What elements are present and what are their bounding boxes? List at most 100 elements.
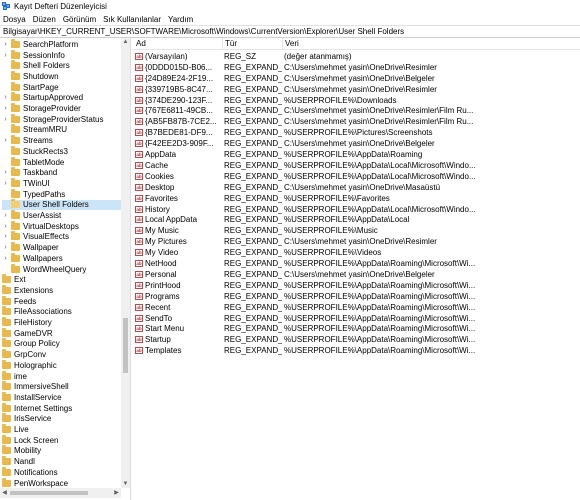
tree-item[interactable]: ›InstallService	[0, 391, 121, 403]
tree-item[interactable]: Nandl	[0, 456, 121, 467]
address-bar[interactable]: Bilgisayar\HKEY_CURRENT_USER\SOFTWARE\Mi…	[0, 25, 580, 38]
value-row[interactable]: Local AppData REG_EXPAND_SZ%USERPROFILE%\…	[133, 215, 580, 226]
column-header-type[interactable]: Tür	[225, 39, 237, 48]
scroll-right-arrow-icon[interactable]: ▶	[112, 488, 121, 498]
tree-item[interactable]: ›Feeds	[0, 295, 121, 307]
value-row[interactable]: {339719B5-8C47... REG_EXPAND_SZC:\Users\m…	[133, 84, 580, 95]
tree-item[interactable]: › StartupApproved	[2, 92, 121, 104]
menu-file[interactable]: Dosya	[3, 15, 26, 24]
tree-item[interactable]: ›Live	[0, 424, 121, 435]
value-row[interactable]: My Music REG_EXPAND_SZ%USERPROFILE%\Music	[133, 225, 580, 236]
value-row[interactable]: Personal REG_EXPAND_SZC:\Users\mehmet yas…	[133, 269, 580, 280]
value-row[interactable]: Favorites REG_EXPAND_SZ%USERPROFILE%\Favo…	[133, 193, 580, 204]
chevron-right-icon[interactable]: ›	[2, 253, 9, 263]
tree-item[interactable]: StuckRects3	[2, 145, 121, 157]
value-row[interactable]: {767E6811-49CB... REG_EXPAND_SZC:\Users\m…	[133, 106, 580, 117]
chevron-right-icon[interactable]: ›	[2, 114, 9, 124]
tree-item[interactable]: › StorageProvider	[2, 103, 121, 114]
tree-item[interactable]: ›Internet Settings	[0, 402, 121, 414]
tree-vertical-scroll-thumb[interactable]	[123, 318, 128, 373]
value-row[interactable]: Startup REG_EXPAND_SZ%USERPROFILE%\AppDat…	[133, 334, 580, 345]
tree-item[interactable]: ›IrisService	[0, 413, 121, 425]
value-row[interactable]: Desktop REG_EXPAND_SZC:\Users\mehmet yasi…	[133, 182, 580, 193]
chevron-right-icon[interactable]: ›	[2, 178, 9, 188]
tree-horizontal-scroll-thumb[interactable]	[10, 491, 88, 495]
tree-item[interactable]: GrpConv	[0, 349, 121, 360]
tree-item[interactable]: ›Extensions	[0, 284, 121, 296]
chevron-right-icon[interactable]: ›	[2, 221, 9, 231]
tree-item-selected[interactable]: User Shell Folders	[2, 199, 121, 211]
tree-item[interactable]: ›Holographic	[0, 359, 121, 371]
tree-item[interactable]: › Taskband	[2, 167, 121, 178]
tree-item[interactable]: StartPage	[2, 81, 121, 93]
tree-item[interactable]: ›ImmersiveShell	[0, 381, 121, 392]
chevron-right-icon[interactable]: ›	[2, 136, 9, 146]
tree-item[interactable]: ›Notifications	[0, 466, 121, 478]
scroll-up-arrow-icon[interactable]: ▲	[121, 38, 130, 46]
tree-item[interactable]: › TWinUI	[2, 177, 121, 189]
tree-item[interactable]: › VisualEffects	[2, 231, 121, 243]
tree-item[interactable]: ›Group Policy	[0, 338, 121, 350]
value-row[interactable]: History REG_EXPAND_SZ%USERPROFILE%\AppDat…	[133, 204, 580, 215]
tree-item[interactable]: Mobility	[0, 445, 121, 457]
tree-item[interactable]: › StorageProviderStatus	[2, 113, 121, 125]
tree-item[interactable]: ›FileHistory	[0, 317, 121, 328]
tree-item[interactable]: Shell Folders	[2, 60, 121, 71]
tree-item[interactable]: › UserAssist	[2, 210, 121, 221]
tree-item[interactable]: GameDVR	[0, 327, 121, 339]
value-row[interactable]: (Varsayılan) REG_SZ (değer atanmamış)	[133, 51, 580, 62]
column-header-name[interactable]: Ad	[136, 39, 146, 48]
value-row[interactable]: {B7BEDE81-DF9... REG_EXPAND_SZ%USERPROFIL…	[133, 127, 580, 138]
menu-view[interactable]: Görünüm	[63, 15, 96, 24]
tree-item[interactable]: ›Ext	[0, 274, 121, 285]
tree-item[interactable]: Shutdown	[2, 70, 121, 82]
values-list[interactable]: Ad Tür Veri (Varsayılan) REG_SZ (değer ata…	[133, 38, 580, 500]
scroll-left-arrow-icon[interactable]: ◀	[0, 488, 9, 498]
tree-item[interactable]: StreamMRU	[2, 124, 121, 136]
value-row[interactable]: Start Menu REG_EXPAND_SZ%USERPROFILE%\App…	[133, 324, 580, 335]
chevron-right-icon[interactable]: ›	[2, 232, 9, 242]
value-row[interactable]: SendTo REG_EXPAND_SZ%USERPROFILE%\AppData…	[133, 313, 580, 324]
value-row[interactable]: Cache REG_EXPAND_SZ%USERPROFILE%\AppData\…	[133, 160, 580, 171]
value-row[interactable]: {374DE290-123F... REG_EXPAND_SZ%USERPROFI…	[133, 95, 580, 106]
chevron-right-icon[interactable]: ›	[2, 104, 9, 114]
menu-favorites[interactable]: Sık Kullanılanlar	[103, 15, 161, 24]
tree-item[interactable]: › SearchPlatform	[2, 38, 121, 50]
tree-item[interactable]: ›Lock Screen	[0, 434, 121, 446]
value-row[interactable]: AppData REG_EXPAND_SZ%USERPROFILE%\AppDat…	[133, 149, 580, 160]
tree-item[interactable]: WordWheelQuery	[2, 263, 121, 275]
tree-horizontal-scrollbar[interactable]: ◀ ▶	[0, 488, 121, 498]
tree-item[interactable]: TypedPaths	[2, 188, 121, 200]
tree-item[interactable]: › VirtualDesktops	[2, 220, 121, 232]
value-row[interactable]: Cookies REG_EXPAND_SZ%USERPROFILE%\AppDat…	[133, 171, 580, 182]
value-row[interactable]: {AB5FB87B-7CE2... REG_EXPAND_SZC:\Users\m…	[133, 116, 580, 127]
chevron-right-icon[interactable]: ›	[2, 211, 9, 221]
tree-item[interactable]: › Wallpapers	[2, 252, 121, 264]
value-row[interactable]: {F42EE2D3-909F... REG_EXPAND_SZC:\Users\m…	[133, 138, 580, 149]
registry-key-tree[interactable]: › SearchPlatform › SessionInfo Shell Folders…	[0, 38, 131, 500]
chevron-right-icon[interactable]: ›	[2, 39, 9, 49]
value-row[interactable]: PrintHood REG_EXPAND_SZ%USERPROFILE%\AppD…	[133, 280, 580, 291]
value-row[interactable]: Recent REG_EXPAND_SZ%USERPROFILE%\AppData…	[133, 302, 580, 313]
value-row[interactable]: My Pictures REG_EXPAND_SZC:\Users\mehmet …	[133, 236, 580, 247]
menu-help[interactable]: Yardım	[168, 15, 193, 24]
chevron-right-icon[interactable]: ›	[2, 243, 9, 253]
chevron-right-icon[interactable]: ›	[2, 50, 9, 60]
value-row[interactable]: My Video REG_EXPAND_SZ%USERPROFILE%\Video…	[133, 247, 580, 258]
value-row[interactable]: Templates REG_EXPAND_SZ%USERPROFILE%\AppD…	[133, 345, 580, 356]
chevron-right-icon[interactable]: ›	[2, 168, 9, 178]
column-header-data[interactable]: Veri	[285, 39, 299, 48]
scroll-down-arrow-icon[interactable]: ▼	[121, 480, 130, 488]
value-row[interactable]: NetHood REG_EXPAND_SZ%USERPROFILE%\AppDat…	[133, 258, 580, 269]
tree-item[interactable]: › Streams	[2, 135, 121, 146]
tree-item[interactable]: › Wallpaper	[2, 242, 121, 253]
chevron-right-icon[interactable]: ›	[2, 93, 9, 103]
value-row[interactable]: {24D89E24-2F19... REG_EXPAND_SZC:\Users\m…	[133, 73, 580, 84]
tree-item[interactable]: ›PenWorkspace	[0, 477, 121, 489]
value-row[interactable]: {0DDD015D-B06... REG_EXPAND_SZC:\Users\me…	[133, 62, 580, 73]
tree-vertical-scrollbar[interactable]: ▲ ▼	[121, 38, 130, 488]
menu-edit[interactable]: Düzen	[33, 15, 56, 24]
value-row[interactable]: Programs REG_EXPAND_SZ%USERPROFILE%\AppDa…	[133, 291, 580, 302]
tree-item[interactable]: › SessionInfo	[2, 49, 121, 61]
tree-item[interactable]: ›ime	[0, 370, 121, 382]
